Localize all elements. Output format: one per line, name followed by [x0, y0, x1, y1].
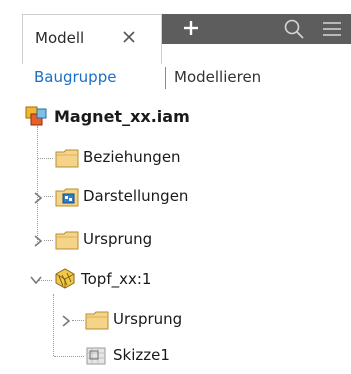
tree-item-beziehungen[interactable]: Beziehungen [0, 144, 351, 172]
tab-modell[interactable]: Modell [22, 14, 162, 64]
folder-icon [55, 149, 79, 168]
tree-item-label: Topf_xx:1 [81, 270, 152, 288]
folder-icon [85, 311, 109, 330]
tree-item-darstellungen[interactable]: Darstellungen [0, 183, 351, 211]
mode-modeling-link[interactable]: Modellieren [174, 68, 261, 86]
mode-separator [165, 67, 166, 89]
model-browser-tree: Magnet_xx.iam Beziehungen Darstellungen [0, 98, 351, 374]
tree-root-label: Magnet_xx.iam [54, 107, 190, 126]
tree-item-ursprung-nested[interactable]: Ursprung [0, 306, 351, 334]
search-icon [284, 19, 304, 39]
tree-item-topf[interactable]: Topf_xx:1 [0, 266, 351, 294]
tree-item-ursprung[interactable]: Ursprung [0, 226, 351, 254]
chevron-right-icon[interactable] [31, 191, 45, 205]
mode-assembly-link[interactable]: Baugruppe [34, 68, 116, 86]
part-icon [55, 268, 75, 289]
tab-modell-label: Modell [35, 29, 85, 47]
folder-icon [55, 231, 79, 250]
browser-tab-bar: Modell [0, 0, 351, 64]
search-button[interactable] [282, 17, 306, 41]
assembly-icon [25, 106, 47, 126]
tab-strip-dark [162, 14, 351, 44]
tree-item-label: Darstellungen [83, 187, 189, 205]
menu-button[interactable] [320, 18, 344, 40]
mode-switch-bar: Baugruppe Modellieren [22, 64, 351, 98]
tree-item-label: Beziehungen [83, 148, 181, 166]
add-tab-button[interactable] [180, 17, 202, 39]
plus-icon [184, 21, 198, 35]
tree-item-skizze[interactable]: Skizze1 [0, 342, 351, 370]
tree-item-label: Ursprung [83, 230, 153, 248]
hamburger-icon [323, 22, 341, 36]
tree-root-assembly[interactable]: Magnet_xx.iam [0, 103, 351, 131]
tree-item-label: Skizze1 [113, 346, 170, 364]
chevron-right-icon[interactable] [59, 314, 73, 328]
representations-icon [55, 188, 79, 207]
tree-item-label: Ursprung [113, 310, 183, 328]
chevron-right-icon[interactable] [31, 234, 45, 248]
close-icon[interactable] [120, 28, 138, 46]
sketch-icon [86, 347, 106, 365]
chevron-down-icon[interactable] [29, 273, 43, 287]
